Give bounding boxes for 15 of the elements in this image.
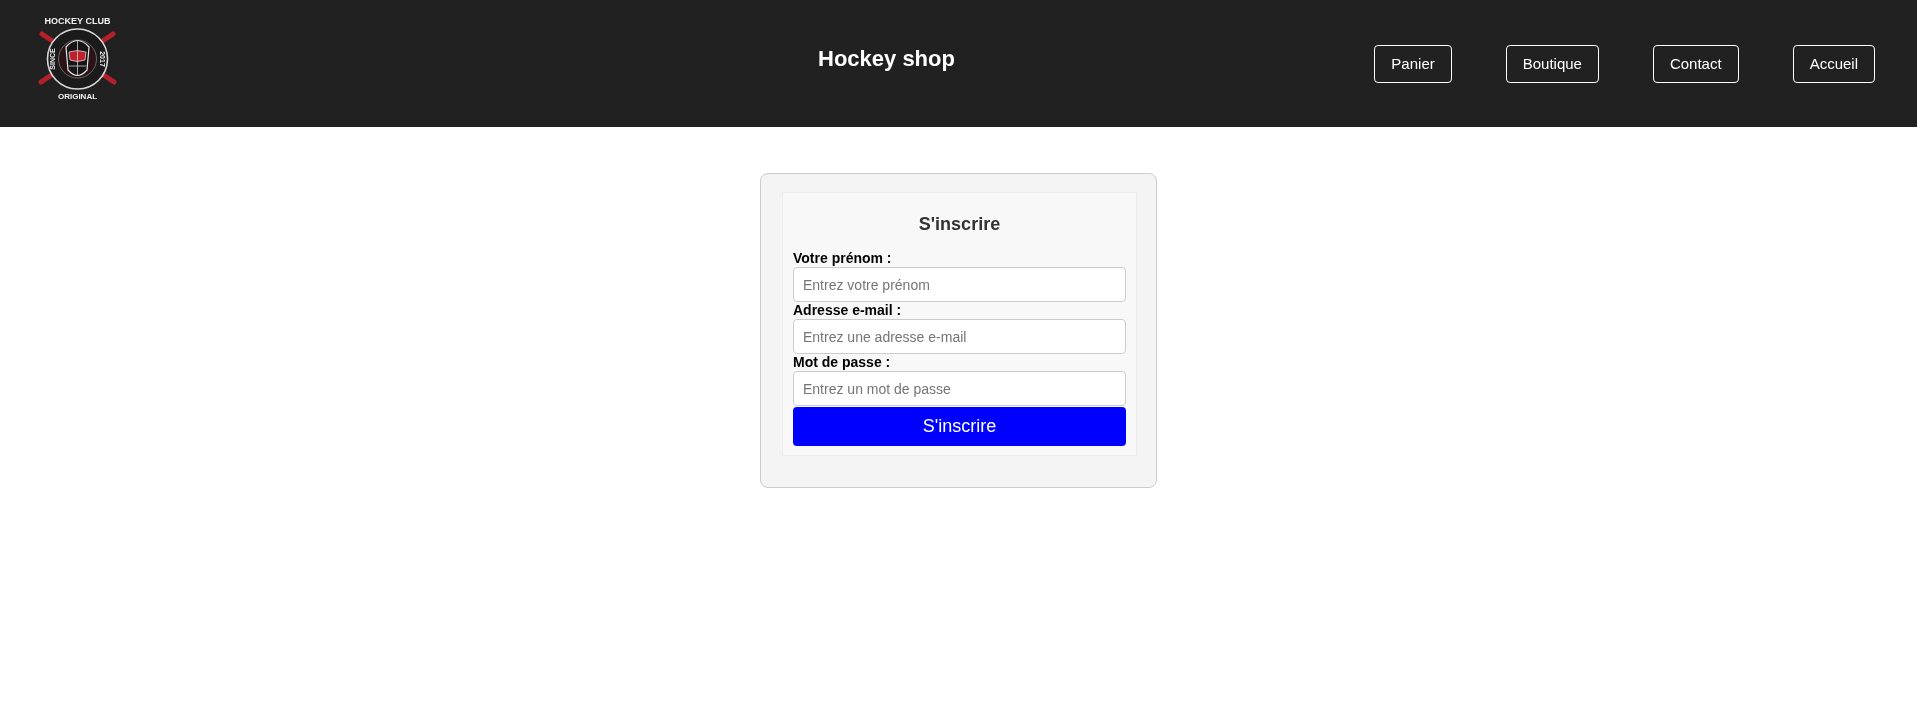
submit-button[interactable]: S'inscrire bbox=[793, 407, 1126, 446]
logo-text: ORIGINAL bbox=[57, 92, 98, 100]
logo-text: HOCKEY CLUB bbox=[44, 16, 111, 26]
nav-button[interactable]: Panier bbox=[1374, 45, 1452, 83]
input-field[interactable]: Entrez une adresse e-mail bbox=[793, 319, 1126, 354]
site-title: Hockey shop bbox=[818, 45, 955, 73]
field-label: Mot de passe : bbox=[793, 354, 892, 371]
form-title: S'inscrire bbox=[917, 213, 1002, 235]
nav-button[interactable]: Contact bbox=[1652, 45, 1739, 83]
field-label: Votre prénom : bbox=[793, 250, 893, 267]
input-field[interactable]: Entrez un mot de passe bbox=[793, 371, 1126, 406]
nav-button[interactable]: Accueil bbox=[1792, 45, 1875, 83]
nav-button[interactable]: Boutique bbox=[1505, 45, 1599, 83]
field-label: Adresse e-mail : bbox=[793, 302, 903, 319]
input-field[interactable]: Entrez votre prénom bbox=[793, 267, 1126, 302]
